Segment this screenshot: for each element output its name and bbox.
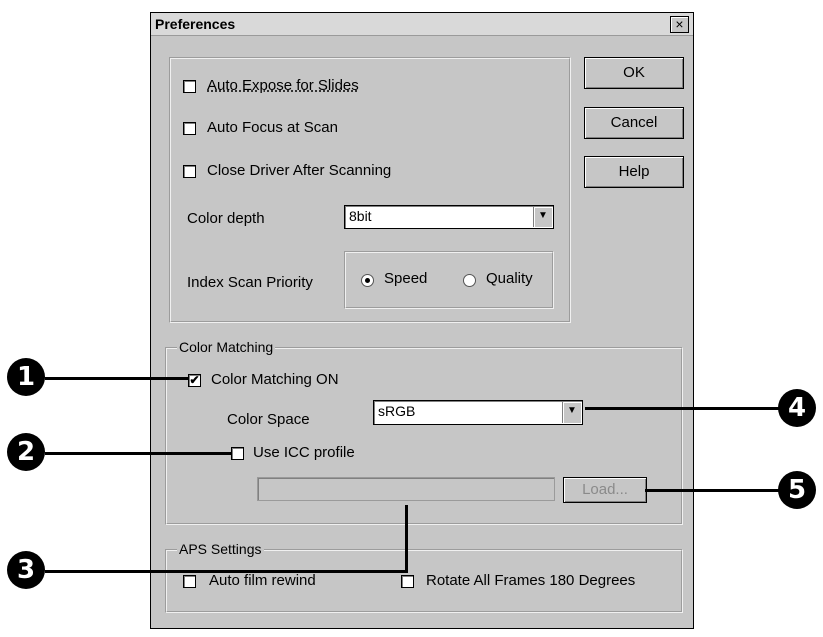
color-space-label: Color Space [227, 411, 310, 428]
close-button[interactable]: × [670, 16, 689, 33]
auto-expose-checkbox[interactable] [183, 80, 196, 93]
close-driver-label: Close Driver After Scanning [207, 162, 392, 179]
color-matching-on-checkbox[interactable]: ✔ [188, 374, 201, 387]
speed-radio[interactable] [361, 274, 374, 287]
checkmark-icon: ✔ [189, 373, 200, 387]
close-icon: × [675, 16, 684, 32]
aps-settings-title: APS Settings [177, 541, 264, 557]
callout-2-leader [45, 452, 231, 455]
color-space-select[interactable]: sRGB ▼ [373, 400, 583, 425]
quality-label: Quality [486, 270, 533, 287]
help-button[interactable]: Help [584, 156, 684, 188]
color-matching-on-label: Color Matching ON [211, 371, 339, 388]
use-icc-checkbox[interactable] [231, 447, 244, 460]
window-title: Preferences [155, 16, 236, 32]
callout-marker-3: 3 [7, 551, 45, 589]
load-button[interactable]: Load... [563, 477, 647, 503]
callout-marker-5: 5 [778, 471, 816, 509]
callout-3-leader-vertical [405, 505, 408, 572]
chevron-down-icon[interactable]: ▼ [562, 402, 581, 423]
callout-marker-2: 2 [7, 433, 45, 471]
callout-5-leader [645, 489, 785, 492]
callout-marker-4: 4 [778, 389, 816, 427]
rotate-frames-checkbox[interactable] [401, 575, 414, 588]
close-driver-checkbox[interactable] [183, 165, 196, 178]
color-depth-label: Color depth [187, 210, 265, 227]
ok-button[interactable]: OK [584, 57, 684, 89]
radio-selected-dot [365, 278, 370, 283]
auto-film-rewind-checkbox[interactable] [183, 575, 196, 588]
auto-focus-label: Auto Focus at Scan [207, 119, 338, 136]
chevron-down-icon[interactable]: ▼ [533, 207, 552, 227]
auto-film-rewind-label: Auto film rewind [209, 572, 316, 589]
color-matching-title: Color Matching [177, 339, 276, 355]
color-depth-value: 8bit [349, 208, 372, 224]
callout-4-leader [585, 407, 785, 410]
color-space-value: sRGB [378, 403, 416, 419]
title-bar: Preferences × [151, 13, 693, 36]
preferences-dialog: Preferences × Auto Expose for Slides Aut… [150, 12, 694, 629]
icc-profile-path-field[interactable] [257, 477, 555, 501]
auto-focus-checkbox[interactable] [183, 122, 196, 135]
callout-1-leader [45, 377, 188, 380]
auto-expose-label: Auto Expose for Slides [207, 77, 359, 94]
use-icc-label: Use ICC profile [253, 444, 355, 461]
color-depth-select[interactable]: 8bit ▼ [344, 205, 554, 229]
callout-marker-1: 1 [7, 358, 45, 396]
rotate-frames-label: Rotate All Frames 180 Degrees [426, 572, 636, 589]
cancel-button[interactable]: Cancel [584, 107, 684, 139]
index-scan-label: Index Scan Priority [187, 274, 313, 291]
speed-label: Speed [384, 270, 428, 287]
callout-3-leader-horizontal [45, 570, 408, 573]
quality-radio[interactable] [463, 274, 476, 287]
